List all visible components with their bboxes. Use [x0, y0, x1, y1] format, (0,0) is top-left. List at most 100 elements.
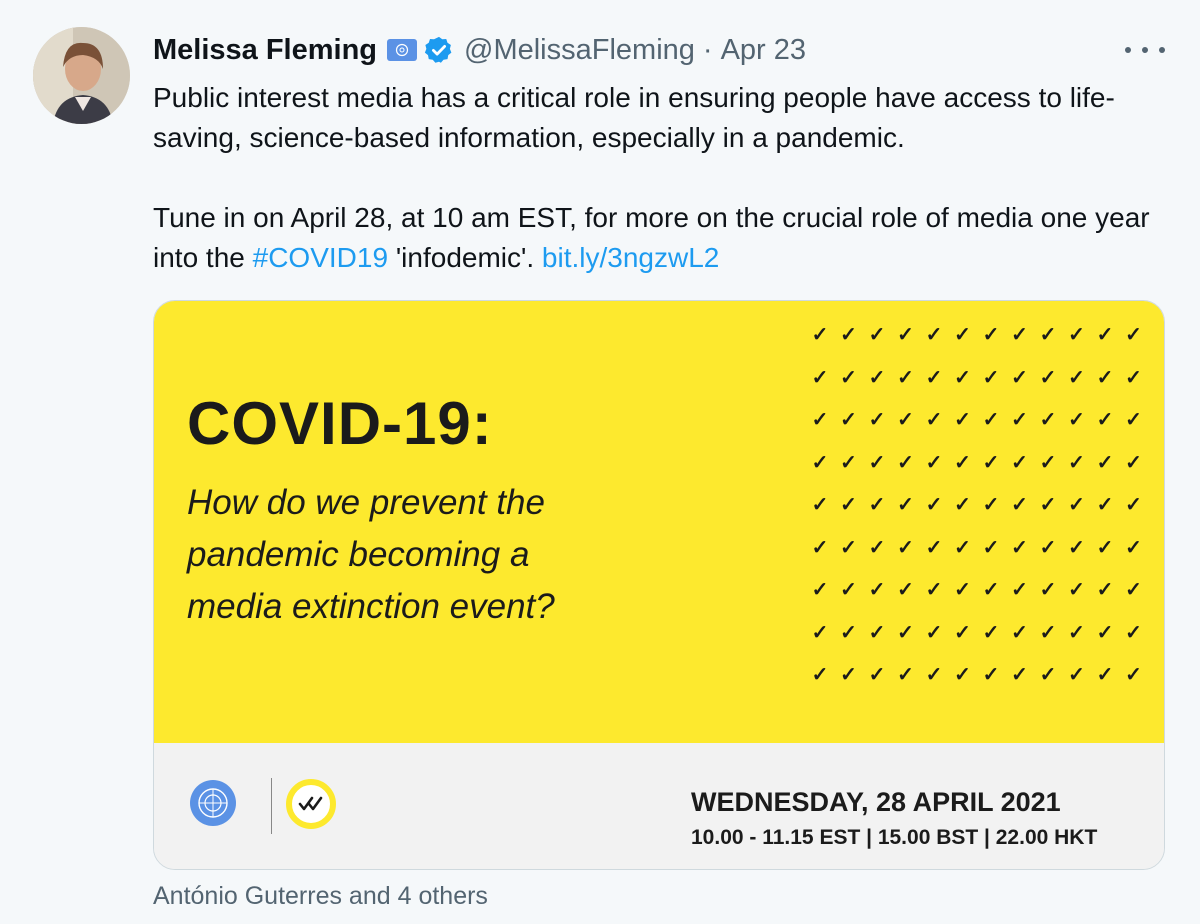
check-mark-icon: ✓: [1011, 664, 1028, 686]
check-mark-icon: ✓: [811, 664, 829, 686]
check-mark-icon: ✓: [982, 494, 1000, 516]
url-link[interactable]: bit.ly/3ngzwL2: [542, 242, 719, 273]
check-mark-icon: ✓: [1039, 536, 1057, 559]
card-banner: ✓ ✓ ✓ ✓ ✓ ✓ ✓ ✓ ✓ ✓ ✓ ✓ ✓ ✓ ✓ ✓ ✓ ✓ ✓ ✓ ✓ ✓ ✓ ✓ ✓ ✓ ✓ ✓ ✓ ✓ ✓ ✓ ✓ ✓ ✓ ✓ ✓ ✓ ✓ ✓…: [154, 301, 1164, 743]
check-mark-icon: ✓: [1096, 409, 1114, 431]
check-mark-icon: ✓: [1068, 579, 1085, 601]
check-mark-icon: ✓: [897, 664, 914, 686]
check-mark-icon: ✓: [1039, 621, 1057, 644]
check-mark-icon: ✓: [868, 494, 886, 516]
check-mark-icon: ✓: [1011, 409, 1028, 431]
check-mark-icon: ✓: [1068, 621, 1085, 644]
tweet-paragraph: Public interest media has a critical rol…: [153, 82, 1115, 153]
check-mark-icon: ✓: [1068, 536, 1085, 559]
check-mark-icon: ✓: [1039, 409, 1057, 431]
check-mark-icon: ✓: [811, 409, 829, 431]
more-options-icon[interactable]: [1125, 38, 1165, 62]
check-mark-icon: ✓: [954, 536, 971, 559]
check-mark-icon: ✓: [868, 579, 886, 601]
check-mark-icon: ✓: [1011, 324, 1028, 346]
check-mark-icon: ✓: [1039, 494, 1057, 516]
check-mark-icon: ✓: [1125, 451, 1142, 474]
check-mark-icon: ✓: [925, 494, 943, 516]
check-mark-icon: ✓: [1096, 324, 1114, 346]
check-mark-icon: ✓: [1039, 664, 1057, 686]
tweet-text: Public interest media has a critical rol…: [153, 78, 1163, 278]
check-mark-icon: ✓: [1011, 451, 1028, 474]
check-mark-icon: ✓: [897, 621, 914, 644]
author-name[interactable]: Melissa Fleming: [153, 34, 377, 67]
un-emblem-icon: [190, 780, 236, 826]
check-mark-icon: ✓: [1039, 366, 1057, 389]
check-mark-icon: ✓: [1096, 621, 1114, 644]
check-mark-icon: ✓: [1125, 664, 1142, 686]
check-mark-icon: ✓: [982, 621, 1000, 644]
check-mark-icon: ✓: [1096, 579, 1114, 601]
check-mark-icon: ✓: [868, 366, 886, 389]
header-separator: ·: [702, 33, 713, 66]
tweet-text-segment: 'infodemic'.: [388, 242, 542, 273]
check-mark-icon: ✓: [840, 579, 857, 601]
check-mark-icon: ✓: [840, 409, 857, 431]
check-mark-icon: ✓: [982, 366, 1000, 389]
check-mark-icon: ✓: [897, 579, 914, 601]
tweet-paragraph: Tune in on April 28, at 10 am EST, for m…: [153, 198, 1163, 278]
card-subtitle: How do we prevent the pandemic becoming …: [187, 477, 647, 633]
avatar[interactable]: [33, 27, 130, 124]
tweet[interactable]: Melissa Fleming @MelissaFleming · Apr 23…: [0, 0, 1200, 924]
liked-by-text[interactable]: António Guterres and 4 others: [153, 882, 488, 911]
check-mark-icon: ✓: [925, 621, 943, 644]
check-mark-icon: ✓: [1068, 409, 1085, 431]
check-mark-icon: ✓: [897, 451, 914, 474]
card-title: COVID-19:: [187, 390, 493, 457]
check-mark-icon: ✓: [954, 494, 971, 516]
check-mark-icon: ✓: [1039, 451, 1057, 474]
check-mark-icon: ✓: [840, 664, 857, 686]
tweet-date[interactable]: Apr 23: [721, 34, 806, 67]
check-mark-icon: ✓: [1125, 324, 1142, 346]
un-flag-icon: [387, 39, 418, 61]
hashtag-link[interactable]: #COVID19: [253, 242, 388, 273]
check-mark-icon: ✓: [1011, 621, 1028, 644]
check-mark-icon: ✓: [925, 579, 943, 601]
check-mark-icon: ✓: [1068, 324, 1085, 346]
check-mark-icon: ✓: [897, 536, 914, 559]
check-mark-icon: ✓: [1096, 366, 1114, 389]
check-mark-icon: ✓: [954, 324, 971, 346]
tweet-header: Melissa Fleming @MelissaFleming · Apr 23: [153, 30, 806, 70]
check-mark-icon: ✓: [868, 409, 886, 431]
check-mark-icon: ✓: [811, 366, 829, 389]
check-mark-icon: ✓: [954, 409, 971, 431]
check-mark-icon: ✓: [1011, 536, 1028, 559]
check-mark-icon: ✓: [1096, 536, 1114, 559]
check-mark-icon: ✓: [954, 621, 971, 644]
check-mark-icon: ✓: [925, 536, 943, 559]
check-mark-icon: ✓: [925, 324, 943, 346]
check-mark-icon: ✓: [811, 536, 829, 559]
check-mark-icon: ✓: [982, 324, 1000, 346]
check-mark-icon: ✓: [1039, 579, 1057, 601]
check-mark-icon: ✓: [982, 664, 1000, 686]
check-mark-icon: ✓: [840, 536, 857, 559]
check-mark-icon: ✓: [897, 494, 914, 516]
check-mark-icon: ✓: [868, 451, 886, 474]
footer-divider: [271, 778, 272, 834]
check-mark-icon: ✓: [1096, 494, 1114, 516]
check-mark-icon: ✓: [954, 579, 971, 601]
double-check-logo-icon: [286, 779, 336, 829]
author-handle[interactable]: @MelissaFleming: [464, 34, 695, 67]
check-mark-icon: ✓: [811, 621, 829, 644]
check-mark-icon: ✓: [897, 366, 914, 389]
check-mark-icon: ✓: [982, 579, 1000, 601]
check-mark-icon: ✓: [1011, 579, 1028, 601]
check-mark-icon: ✓: [868, 536, 886, 559]
check-mark-icon: ✓: [1125, 366, 1142, 389]
check-mark-icon: ✓: [868, 664, 886, 686]
check-mark-icon: ✓: [1068, 451, 1085, 474]
check-mark-icon: ✓: [811, 324, 829, 346]
check-mark-icon: ✓: [1068, 664, 1085, 686]
check-mark-icon: ✓: [840, 366, 857, 389]
media-card[interactable]: ✓ ✓ ✓ ✓ ✓ ✓ ✓ ✓ ✓ ✓ ✓ ✓ ✓ ✓ ✓ ✓ ✓ ✓ ✓ ✓ ✓ ✓ ✓ ✓ ✓ ✓ ✓ ✓ ✓ ✓ ✓ ✓ ✓ ✓ ✓ ✓ ✓ ✓ ✓ ✓…: [153, 300, 1165, 870]
check-mark-icon: ✓: [982, 451, 1000, 474]
check-mark-icon: ✓: [1068, 366, 1085, 389]
